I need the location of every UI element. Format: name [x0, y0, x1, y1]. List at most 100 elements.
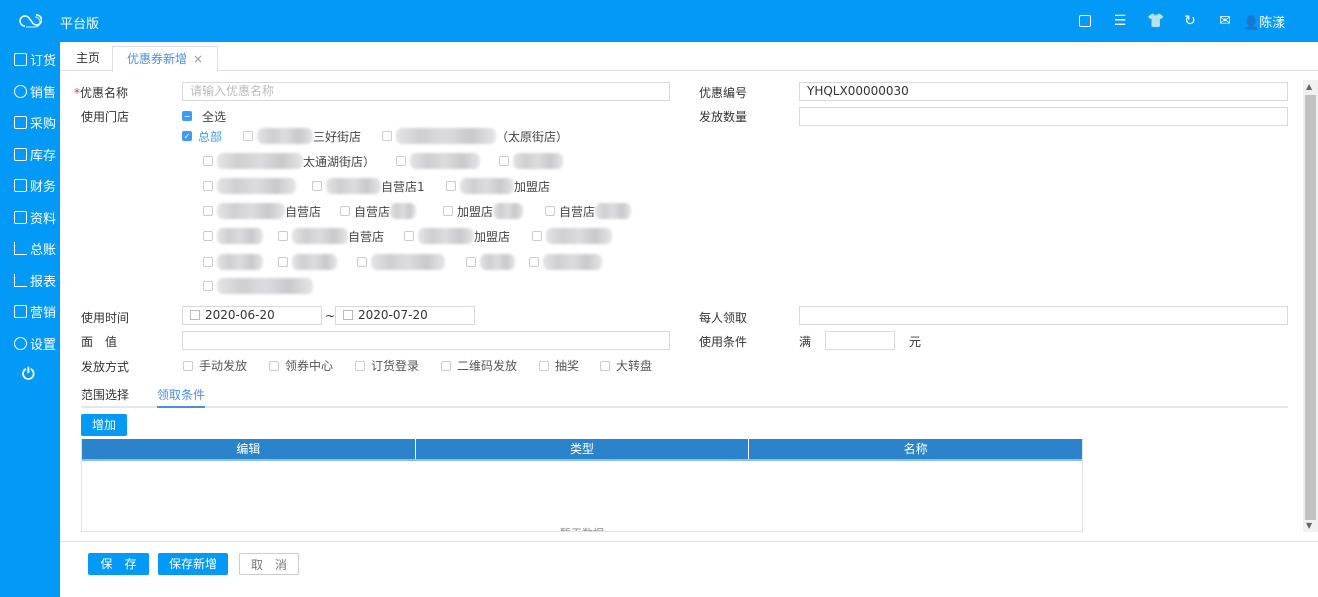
qty-input[interactable] — [799, 107, 1288, 126]
store-label: 自营店 — [285, 204, 322, 219]
store-label: 自营店 — [348, 229, 385, 244]
store-checkbox[interactable] — [396, 153, 480, 169]
store-checkbox[interactable]: 自营店 — [278, 228, 384, 244]
select-all-checkbox[interactable]: − 全选 — [182, 108, 226, 124]
time-label: 使用时间 — [81, 311, 130, 325]
sidebar: 订货 销售 采购 库存 财务 资料 总账 报表 营销 设置 ⏻ — [0, 42, 60, 597]
checkbox-label: 全选 — [202, 109, 227, 124]
user-name: 陈漾 — [1259, 16, 1286, 31]
condition-prefix: 满 — [799, 335, 812, 349]
method-checkbox[interactable]: 抽奖 — [539, 357, 579, 374]
vertical-scrollbar[interactable]: ▲ ▼ — [1303, 80, 1318, 532]
coupon-code-input[interactable]: YHQLX00000030 — [799, 82, 1288, 101]
power-icon[interactable]: ⏻ — [22, 364, 35, 384]
subtab-claim-conditions[interactable]: 领取条件 — [157, 386, 206, 408]
method-checkbox[interactable]: 手动发放 — [183, 357, 247, 374]
store-checkbox[interactable] — [466, 254, 515, 270]
store-label: 自营店1 — [381, 179, 425, 194]
tab-home[interactable]: 主页 — [62, 46, 114, 71]
coupon-name-label: *优惠名称 — [74, 84, 128, 101]
tab-label: 优惠券新增 — [127, 52, 188, 66]
date-to-input[interactable]: 2020-07-20 — [335, 306, 475, 325]
scroll-up-icon[interactable]: ▲ — [1306, 82, 1312, 91]
column-header-edit[interactable]: 编辑 — [82, 439, 416, 459]
sidebar-item-purchase[interactable]: 采购 — [14, 112, 56, 132]
cancel-button[interactable]: 取 消 — [239, 553, 299, 575]
store-checkbox[interactable] — [203, 278, 313, 294]
scroll-thumb[interactable] — [1305, 95, 1316, 520]
sidebar-item-sales[interactable]: 销售 — [14, 81, 56, 101]
save-and-new-button[interactable]: 保存新增 — [158, 553, 228, 575]
method-checkbox[interactable]: 订货登录 — [355, 357, 419, 374]
coupon-code-label: 优惠编号 — [699, 86, 748, 100]
coupon-name-input[interactable]: 请输入优惠名称 — [182, 82, 670, 101]
logo-icon — [19, 14, 42, 28]
store-checkbox[interactable] — [203, 228, 263, 244]
date-separator: ~ — [325, 309, 336, 323]
store-label: 太通湖街店） — [303, 154, 376, 169]
store-checkbox[interactable]: 加盟店 — [404, 228, 510, 244]
save-button[interactable]: 保 存 — [88, 553, 149, 575]
store-checkbox[interactable]: 三好街店 — [243, 128, 361, 144]
store-checkbox[interactable]: 加盟店 — [443, 203, 524, 219]
tab-coupon-new[interactable]: 优惠券新增 × — [112, 46, 219, 72]
subtab-scope[interactable]: 范围选择 — [81, 386, 129, 403]
sidebar-item-label: 财务 — [30, 179, 57, 195]
store-checkbox[interactable]: 加盟店 — [446, 178, 550, 194]
screen-icon[interactable] — [1077, 13, 1093, 29]
store-checkbox[interactable] — [203, 178, 296, 194]
column-header-name[interactable]: 名称 — [749, 439, 1082, 459]
per-person-input[interactable] — [799, 306, 1288, 325]
menu-icon[interactable]: ☰ — [1112, 13, 1128, 29]
sidebar-item-settings[interactable]: 设置 — [14, 333, 56, 353]
check-icon: ✓ — [182, 131, 192, 141]
sidebar-item-label: 设置 — [30, 337, 57, 353]
cart-icon — [14, 115, 27, 129]
gear-icon — [14, 336, 27, 350]
store-checkbox[interactable] — [532, 228, 612, 244]
sidebar-item-finance[interactable]: 财务 — [14, 175, 56, 195]
store-checkbox[interactable]: ✓ 总部 — [182, 128, 222, 144]
indeterminate-icon: − — [182, 111, 192, 121]
face-value-input[interactable] — [182, 331, 670, 350]
top-bar: 平台版 ☰ 👕 ↻ ✉ 👤陈漾 — [0, 0, 1318, 42]
column-header-type[interactable]: 类型 — [416, 439, 750, 459]
sidebar-item-ledger[interactable]: 总账 — [14, 238, 56, 258]
store-checkbox[interactable]: （太原街店） — [382, 128, 568, 144]
store-checkbox[interactable]: 太通湖街店） — [203, 153, 375, 169]
method-checkbox[interactable]: 领券中心 — [269, 357, 333, 374]
store-checkbox[interactable]: 自营店 — [203, 203, 321, 219]
user-menu[interactable]: 👤陈漾 — [1243, 12, 1285, 31]
store-checkbox[interactable] — [499, 153, 563, 169]
mail-icon[interactable]: ✉ — [1217, 13, 1233, 29]
date-from-input[interactable]: 2020-06-20 — [182, 306, 322, 325]
sidebar-item-stock[interactable]: 库存 — [14, 144, 56, 164]
scroll-down-icon[interactable]: ▼ — [1306, 521, 1312, 530]
per-person-label: 每人领取 — [699, 311, 748, 325]
sidebar-item-data[interactable]: 资料 — [14, 207, 56, 227]
sidebar-item-report[interactable]: 报表 — [14, 270, 56, 290]
sidebar-item-marketing[interactable]: 营销 — [14, 301, 56, 321]
method-checkbox[interactable]: 二维码发放 — [441, 357, 517, 374]
method-checkbox[interactable]: 大转盘 — [600, 357, 652, 374]
lock-bag-icon — [14, 178, 27, 192]
add-button[interactable]: 增加 — [81, 414, 127, 436]
store-checkbox[interactable]: 自营店 — [545, 203, 632, 219]
store-checkbox[interactable] — [529, 254, 602, 270]
calendar-icon — [343, 310, 353, 320]
refresh-icon[interactable]: ↻ — [1182, 13, 1198, 29]
chart-icon — [14, 273, 27, 287]
store-checkbox[interactable] — [278, 254, 337, 270]
store-checkbox[interactable]: 自营店 — [340, 203, 417, 219]
person-icon — [14, 84, 27, 98]
shirt-icon[interactable]: 👕 — [1147, 13, 1164, 29]
store-checkbox[interactable]: 自营店1 — [312, 178, 425, 194]
store-checkbox[interactable] — [203, 254, 263, 270]
sidebar-item-label: 销售 — [30, 85, 57, 101]
close-icon[interactable]: × — [193, 52, 203, 66]
sidebar-item-order[interactable]: 订货 — [14, 49, 56, 69]
condition-amount-input[interactable] — [825, 331, 895, 350]
store-checkbox[interactable] — [357, 254, 445, 270]
sidebar-item-label: 营销 — [30, 305, 57, 321]
method-label-text: 领券中心 — [285, 359, 334, 373]
